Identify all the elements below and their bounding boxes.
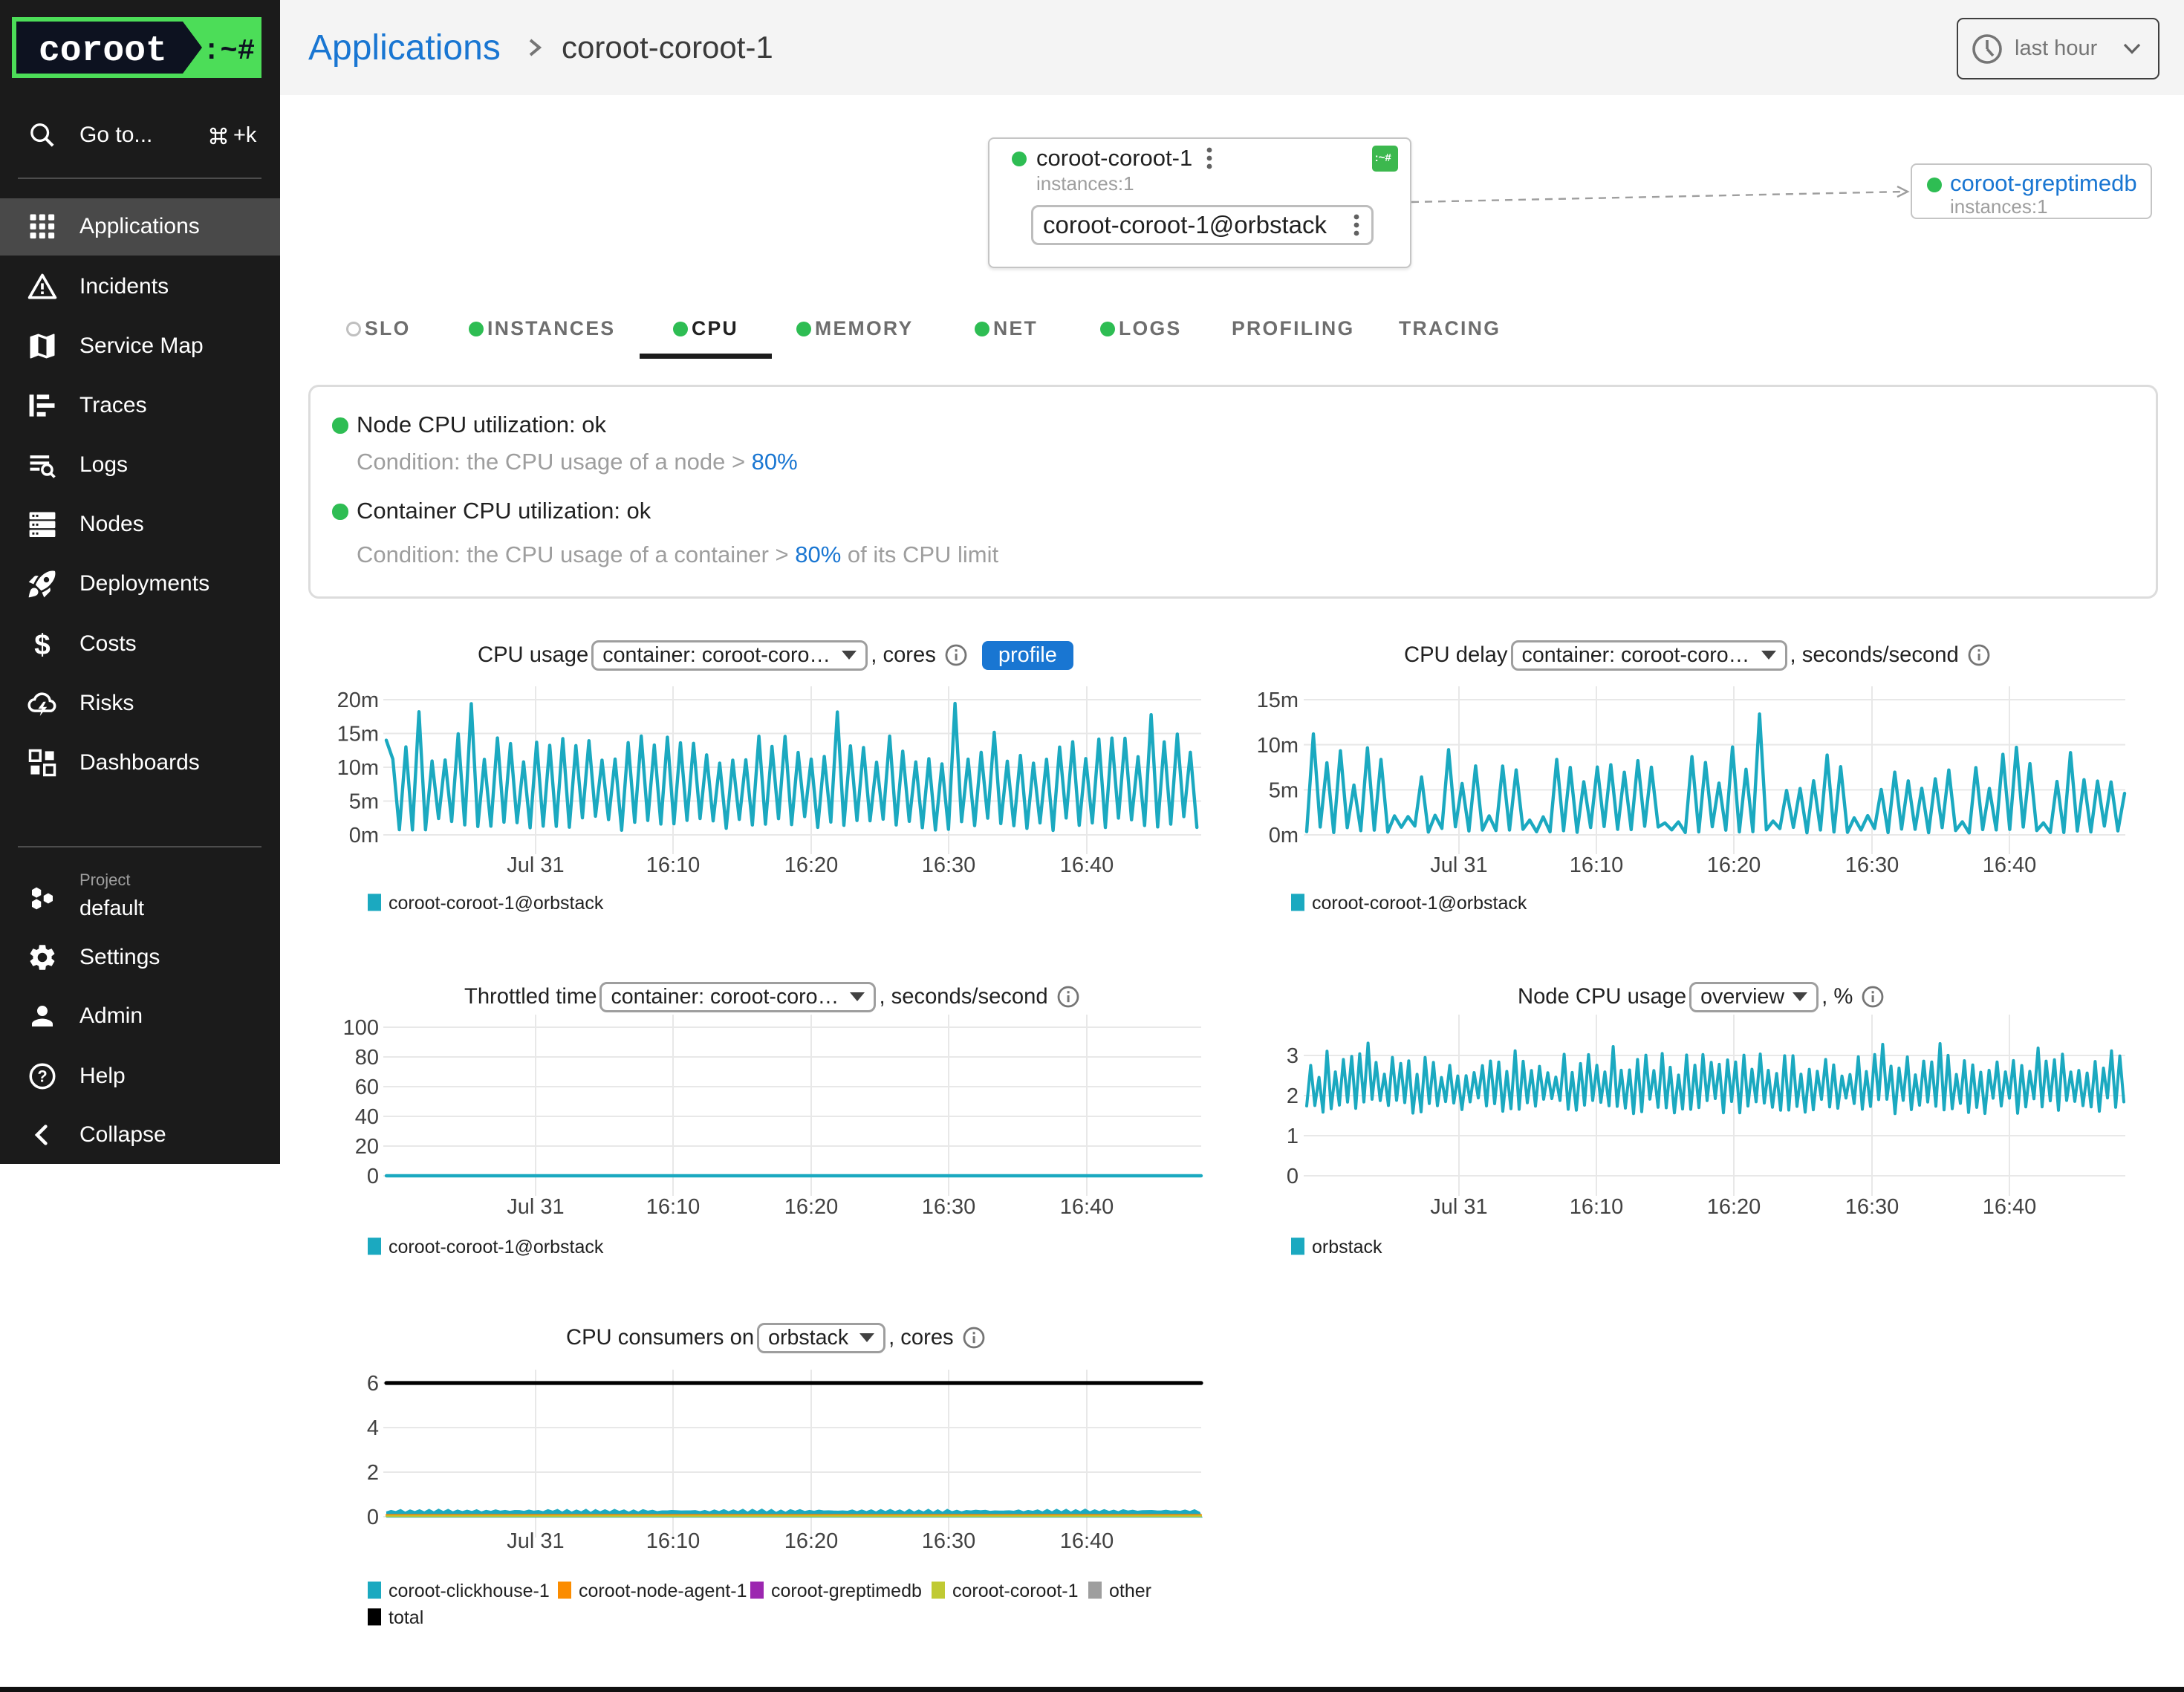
- svg-text:16:10: 16:10: [646, 853, 701, 877]
- svg-text:16:40: 16:40: [1060, 1195, 1114, 1219]
- svg-text:coroot-clickhouse-1: coroot-clickhouse-1: [389, 1581, 550, 1601]
- svg-text:Jul 31: Jul 31: [1430, 1195, 1487, 1219]
- svg-text:0: 0: [367, 1506, 379, 1529]
- svg-text:3: 3: [1287, 1044, 1299, 1068]
- svg-text:total: total: [389, 1607, 423, 1628]
- svg-text:4: 4: [367, 1416, 379, 1440]
- svg-text:16:20: 16:20: [1707, 1195, 1761, 1219]
- svg-text:coroot-coroot-1@orbstack: coroot-coroot-1@orbstack: [389, 893, 604, 914]
- svg-text:16:30: 16:30: [1845, 1195, 1899, 1219]
- svg-text:20: 20: [355, 1135, 379, 1159]
- svg-text:5m: 5m: [349, 790, 379, 814]
- svg-text:16:30: 16:30: [922, 853, 976, 877]
- svg-text:20m: 20m: [337, 689, 379, 712]
- svg-text:other: other: [1109, 1581, 1151, 1601]
- svg-text:coroot-coroot-1@orbstack: coroot-coroot-1@orbstack: [1312, 893, 1527, 914]
- svg-text:0m: 0m: [1269, 824, 1299, 847]
- svg-text:16:40: 16:40: [1983, 853, 2037, 877]
- svg-text:2: 2: [1287, 1084, 1299, 1108]
- svg-text:coroot-coroot-1: coroot-coroot-1: [952, 1581, 1079, 1601]
- svg-text:16:20: 16:20: [784, 1195, 839, 1219]
- svg-text:Jul 31: Jul 31: [1430, 853, 1487, 877]
- svg-text:100: 100: [343, 1016, 379, 1040]
- svg-text:60: 60: [355, 1076, 379, 1099]
- svg-text:0: 0: [367, 1165, 379, 1188]
- svg-text:Jul 31: Jul 31: [507, 853, 564, 877]
- svg-text:16:10: 16:10: [1570, 853, 1624, 877]
- svg-text:10m: 10m: [337, 756, 379, 780]
- svg-text:16:20: 16:20: [784, 1529, 839, 1553]
- svg-text:16:40: 16:40: [1060, 853, 1114, 877]
- svg-text:0: 0: [1287, 1165, 1299, 1188]
- svg-text:2: 2: [367, 1461, 379, 1485]
- svg-text:15m: 15m: [337, 723, 379, 746]
- svg-text:6: 6: [367, 1372, 379, 1396]
- svg-text:15m: 15m: [1257, 689, 1299, 712]
- svg-text:10m: 10m: [1257, 734, 1299, 758]
- svg-text:40: 40: [355, 1105, 379, 1129]
- svg-text:coroot-greptimedb: coroot-greptimedb: [771, 1581, 922, 1601]
- svg-text:16:40: 16:40: [1060, 1529, 1114, 1553]
- svg-text:16:10: 16:10: [646, 1529, 701, 1553]
- svg-text:5m: 5m: [1269, 778, 1299, 802]
- svg-text:16:40: 16:40: [1983, 1195, 2037, 1219]
- svg-text:16:30: 16:30: [922, 1529, 976, 1553]
- svg-text:coroot-node-agent-1: coroot-node-agent-1: [579, 1581, 747, 1601]
- svg-text:16:20: 16:20: [784, 853, 839, 877]
- svg-text:16:30: 16:30: [1845, 853, 1899, 877]
- svg-text:16:10: 16:10: [646, 1195, 701, 1219]
- svg-text:Jul 31: Jul 31: [507, 1529, 564, 1553]
- svg-text:coroot-coroot-1@orbstack: coroot-coroot-1@orbstack: [389, 1237, 604, 1257]
- svg-text:1: 1: [1287, 1125, 1299, 1148]
- svg-text:16:30: 16:30: [922, 1195, 976, 1219]
- svg-text:16:10: 16:10: [1570, 1195, 1624, 1219]
- svg-text:orbstack: orbstack: [1312, 1237, 1382, 1257]
- svg-text:16:20: 16:20: [1707, 853, 1761, 877]
- svg-text:80: 80: [355, 1046, 379, 1070]
- svg-text:Jul 31: Jul 31: [507, 1195, 564, 1219]
- svg-text:0m: 0m: [349, 824, 379, 847]
